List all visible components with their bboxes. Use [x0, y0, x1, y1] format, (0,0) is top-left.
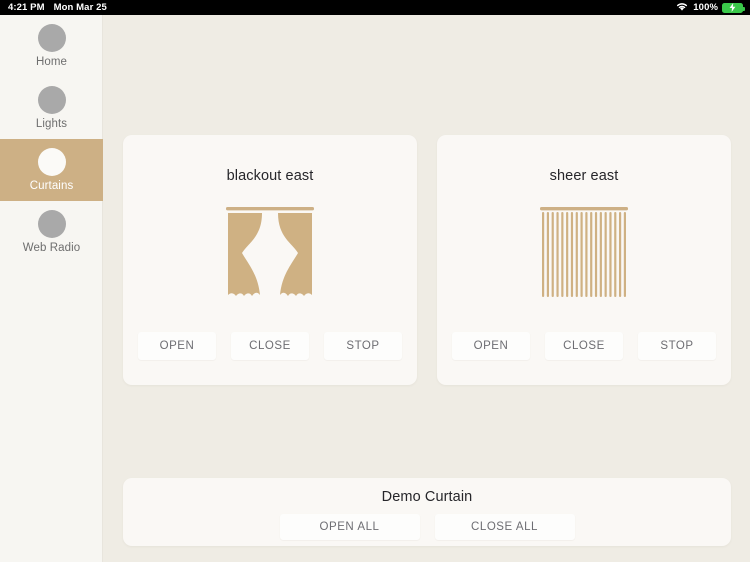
status-bar: 4:21 PM Mon Mar 25 100%: [0, 0, 750, 15]
sidebar-item-web-radio[interactable]: Web Radio: [0, 201, 103, 263]
web-radio-circle-icon: [38, 210, 66, 238]
card-button-group: OPEN CLOSE STOP: [138, 332, 402, 360]
sidebar-item-home[interactable]: Home: [0, 15, 103, 77]
wifi-icon: [675, 1, 689, 15]
close-all-button[interactable]: CLOSE ALL: [435, 514, 575, 540]
sidebar-item-lights[interactable]: Lights: [0, 77, 103, 139]
sidebar: Home Lights Curtains Web Radio: [0, 15, 103, 562]
status-bar-right: 100%: [675, 0, 743, 15]
card-button-group: OPEN CLOSE STOP: [452, 332, 716, 360]
battery-percent-label: 100%: [693, 2, 718, 13]
stop-button[interactable]: STOP: [324, 332, 402, 360]
open-all-button[interactable]: OPEN ALL: [280, 514, 420, 540]
panel-title: Demo Curtain: [382, 489, 473, 505]
close-button[interactable]: CLOSE: [545, 332, 623, 360]
status-bar-left: 4:21 PM Mon Mar 25: [0, 2, 107, 13]
demo-curtain-panel: Demo Curtain OPEN ALL CLOSE ALL: [123, 478, 731, 546]
open-button[interactable]: OPEN: [138, 332, 216, 360]
sidebar-item-curtains[interactable]: Curtains: [0, 139, 103, 201]
curtains-circle-icon: [38, 148, 66, 176]
app-root: 4:21 PM Mon Mar 25 100% Home: [0, 0, 750, 562]
curtain-closed-sheer-icon: [538, 206, 630, 306]
sidebar-item-label: Web Radio: [23, 242, 81, 254]
panel-button-group: OPEN ALL CLOSE ALL: [280, 514, 575, 540]
curtain-cards-row: blackout east OPEN CLOSE STOP sheer east: [123, 135, 731, 385]
curtain-card-sheer-east: sheer east OPEN CLOSE STOP: [437, 135, 731, 385]
open-button[interactable]: OPEN: [452, 332, 530, 360]
sidebar-item-label: Curtains: [30, 180, 74, 192]
curtain-card-blackout-east: blackout east OPEN CLOSE STOP: [123, 135, 417, 385]
curtain-open-drapes-icon: [224, 206, 316, 306]
home-circle-icon: [38, 24, 66, 52]
battery-charging-icon: [722, 3, 743, 13]
status-time: 4:21 PM: [8, 2, 45, 13]
close-button[interactable]: CLOSE: [231, 332, 309, 360]
sidebar-item-label: Lights: [36, 118, 67, 130]
stop-button[interactable]: STOP: [638, 332, 716, 360]
main-content: blackout east OPEN CLOSE STOP sheer east: [104, 15, 750, 562]
sidebar-item-label: Home: [36, 56, 67, 68]
card-title: blackout east: [227, 168, 314, 184]
card-title: sheer east: [550, 168, 619, 184]
lights-circle-icon: [38, 86, 66, 114]
status-date: Mon Mar 25: [54, 2, 107, 13]
